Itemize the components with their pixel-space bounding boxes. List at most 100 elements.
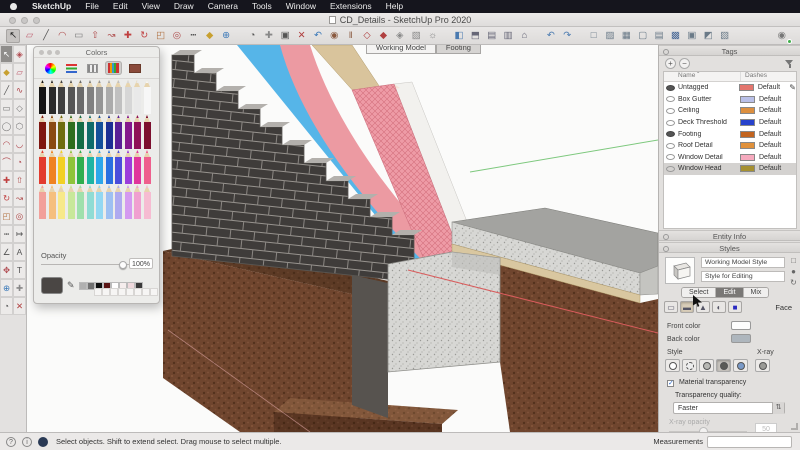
xray-face-button[interactable] bbox=[755, 359, 770, 372]
geolocation-icon[interactable] bbox=[38, 436, 48, 447]
palette-text-tool[interactable]: A bbox=[13, 243, 26, 261]
palette-followme-tool[interactable]: ↝ bbox=[13, 189, 26, 207]
redo-button[interactable]: ↷ bbox=[560, 29, 574, 43]
pencil-swatch[interactable] bbox=[39, 185, 46, 219]
palette-rotated-rectangle-tool[interactable]: ◇ bbox=[13, 99, 26, 117]
scene-tab-working-model[interactable]: Working Model bbox=[366, 45, 436, 54]
arc-tool[interactable]: ◠ bbox=[55, 29, 69, 43]
palette-line-tool[interactable]: ╱ bbox=[0, 81, 13, 99]
palette-paint-bucket-tool[interactable]: ◆ bbox=[0, 63, 13, 81]
menu-view[interactable]: View bbox=[135, 0, 167, 13]
style-lock-icon[interactable]: □ bbox=[789, 256, 798, 265]
opacity-value[interactable]: 100% bbox=[129, 258, 153, 269]
palette-circle-tool[interactable]: ◯ bbox=[0, 117, 13, 135]
account-avatar[interactable]: ◉ bbox=[774, 29, 792, 44]
styles-tab-edit[interactable]: Edit bbox=[716, 288, 744, 297]
visibility-eye-icon[interactable] bbox=[666, 96, 675, 103]
iso-view-button[interactable]: ◧ bbox=[452, 29, 466, 43]
palette-freehand-tool[interactable]: ∿ bbox=[13, 81, 26, 99]
home-view-button[interactable]: ⌂ bbox=[517, 29, 531, 43]
tags-collapse-icon[interactable] bbox=[663, 48, 669, 55]
tag-row-deck-threshold[interactable]: Deck Threshold Default bbox=[664, 117, 796, 129]
pencil-swatch[interactable] bbox=[39, 115, 46, 149]
image-palette-tab[interactable] bbox=[126, 61, 143, 75]
palette-polygon-tool[interactable]: ⬡ bbox=[13, 117, 26, 135]
offset-tool[interactable]: ◎ bbox=[170, 29, 184, 43]
pencil-swatch[interactable] bbox=[58, 185, 65, 219]
pencil-swatch[interactable] bbox=[115, 115, 122, 149]
wireframe-face-button[interactable] bbox=[665, 359, 680, 372]
pencil-swatch[interactable] bbox=[48, 80, 56, 114]
pencil-swatch[interactable] bbox=[77, 115, 84, 149]
tag-color-chip[interactable] bbox=[740, 165, 755, 173]
empty-swatch-well[interactable] bbox=[118, 288, 126, 296]
section-fill-toggle[interactable]: ◆ bbox=[376, 29, 390, 43]
styles-tab-mix[interactable]: Mix bbox=[743, 288, 769, 297]
opacity-slider-handle[interactable] bbox=[119, 260, 127, 269]
tag-dashes-value[interactable]: Default bbox=[759, 107, 789, 114]
tag-dashes-value[interactable]: Default bbox=[759, 119, 789, 126]
pan-tool[interactable]: ✚ bbox=[262, 29, 276, 43]
fog-style-button[interactable]: ▧ bbox=[718, 29, 732, 43]
pushpull-tool[interactable]: ⇧ bbox=[88, 29, 102, 43]
visibility-eye-icon[interactable] bbox=[666, 119, 675, 126]
wireframe-style-button[interactable]: ▦ bbox=[619, 29, 633, 43]
shaded-style-button[interactable]: ▤ bbox=[652, 29, 666, 43]
colors-zoom-button[interactable] bbox=[55, 50, 60, 55]
pencil-swatch[interactable] bbox=[67, 80, 75, 114]
palette-pushpull-tool[interactable]: ⇧ bbox=[13, 171, 26, 189]
visibility-eye-icon[interactable] bbox=[666, 142, 675, 149]
styles-panel-header[interactable]: Styles bbox=[659, 242, 800, 253]
rotate-tool[interactable]: ↻ bbox=[137, 29, 151, 43]
tape-measure-tool[interactable]: ┅ bbox=[186, 29, 200, 43]
tag-row-footing[interactable]: Footing Default bbox=[664, 128, 796, 140]
pencil-swatch[interactable] bbox=[48, 185, 56, 219]
tag-color-chip[interactable] bbox=[740, 107, 755, 115]
pencil-swatch[interactable] bbox=[143, 185, 151, 219]
info-icon[interactable]: i bbox=[22, 436, 32, 447]
palette-move-tool[interactable]: ✚ bbox=[0, 171, 13, 189]
tag-dashes-value[interactable]: Default bbox=[759, 96, 789, 103]
eraser-tool[interactable]: ▱ bbox=[23, 29, 37, 43]
measurements-input[interactable] bbox=[707, 435, 792, 448]
back-color-swatch[interactable] bbox=[731, 334, 751, 343]
shadows-toggle[interactable]: ☼ bbox=[426, 29, 440, 43]
paint-bucket-tool[interactable]: ◆ bbox=[203, 29, 217, 43]
menu-sketchup[interactable]: SketchUp bbox=[25, 0, 78, 13]
watermark-settings-button[interactable]: ◐ bbox=[712, 301, 726, 313]
palette-three-point-arc-tool[interactable]: ⌒ bbox=[0, 153, 13, 171]
palette-rotate-tool[interactable]: ↻ bbox=[0, 189, 13, 207]
palette-rectangle-tool[interactable]: ▭ bbox=[0, 99, 13, 117]
style-name-field[interactable] bbox=[701, 257, 785, 268]
pencil-swatch[interactable] bbox=[105, 80, 113, 114]
tag-color-chip[interactable] bbox=[740, 119, 755, 127]
pencil-swatch[interactable] bbox=[58, 150, 65, 184]
palette-pie-tool[interactable]: ◔ bbox=[13, 153, 26, 171]
empty-swatch-well[interactable] bbox=[102, 288, 110, 296]
tag-row-roof-detail[interactable]: Roof Detail Default bbox=[664, 140, 796, 152]
walk-tool[interactable]: ‖ bbox=[344, 29, 358, 43]
palette-make-component-tool[interactable]: ◈ bbox=[13, 45, 26, 63]
front-color-swatch[interactable] bbox=[731, 321, 751, 330]
palette-offset-tool[interactable]: ◎ bbox=[13, 207, 26, 225]
menu-camera[interactable]: Camera bbox=[201, 0, 245, 13]
pencil-swatch[interactable] bbox=[134, 185, 141, 219]
tag-color-chip[interactable] bbox=[740, 153, 755, 161]
pencil-swatch[interactable] bbox=[86, 150, 94, 184]
tag-row-untagged[interactable]: Untagged Default ✎ bbox=[664, 82, 796, 94]
current-color-swatch[interactable] bbox=[41, 277, 63, 294]
transparency-quality-select[interactable]: Faster ⇅ bbox=[673, 402, 785, 414]
pencil-swatch[interactable] bbox=[105, 150, 113, 184]
background-settings-button[interactable]: ▲ bbox=[696, 301, 710, 313]
tag-color-chip[interactable] bbox=[740, 95, 755, 103]
shaded-textures-style-button[interactable]: ▩ bbox=[668, 29, 682, 43]
tag-color-chip[interactable] bbox=[738, 84, 754, 92]
palette-eraser-tool[interactable]: ▱ bbox=[13, 63, 26, 81]
front-view-button[interactable]: ▤ bbox=[485, 29, 499, 43]
menu-file[interactable]: File bbox=[78, 0, 106, 13]
palette-select-tool[interactable]: ↖ bbox=[0, 45, 13, 63]
visibility-eye-icon[interactable] bbox=[666, 84, 675, 91]
styles-collapse-icon[interactable] bbox=[663, 245, 669, 252]
opacity-slider[interactable] bbox=[41, 260, 129, 269]
tags-column-dashes[interactable]: Dashes bbox=[740, 72, 796, 81]
